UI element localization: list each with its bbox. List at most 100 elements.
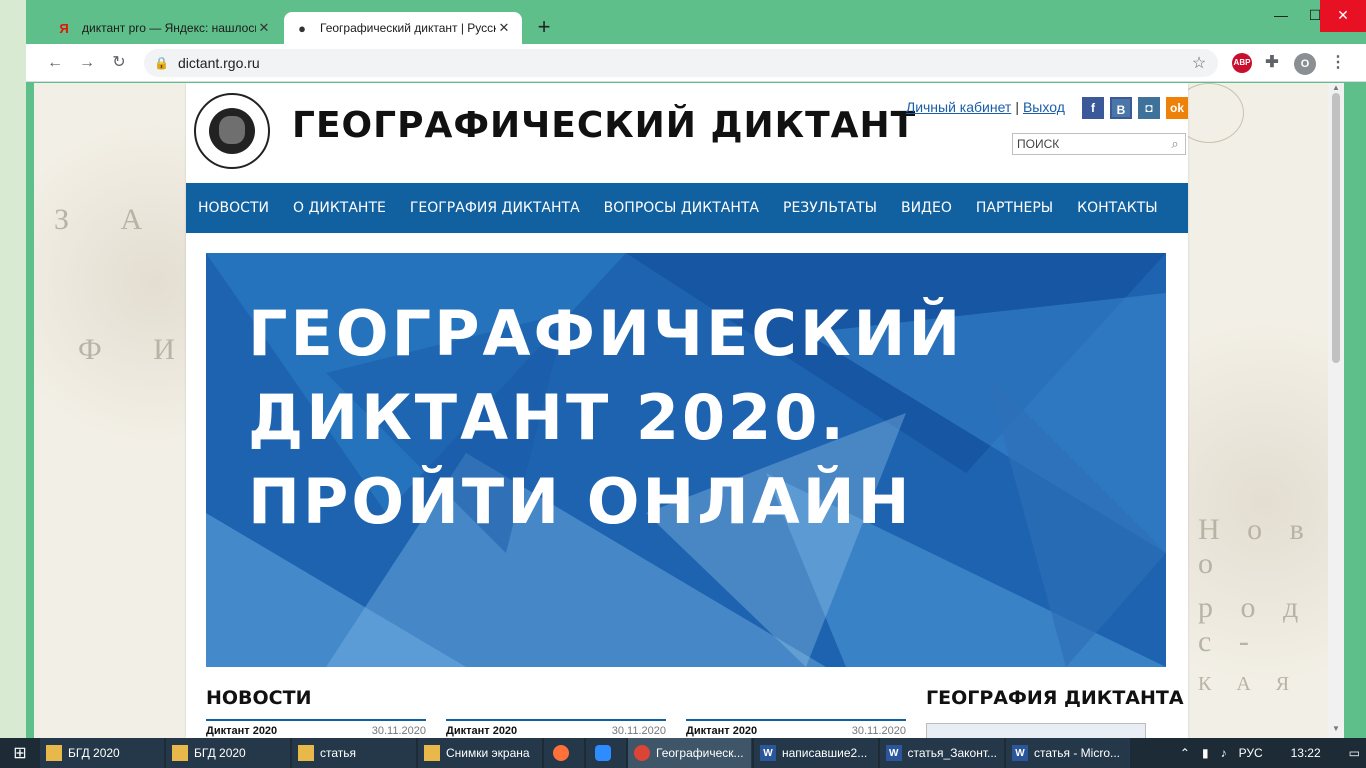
tray-chevron-icon[interactable]: ⌃: [1180, 746, 1190, 760]
taskbar-label: БГД 2020: [68, 746, 120, 760]
close-icon[interactable]: ✕: [256, 20, 272, 36]
news-card[interactable]: Диктант 2020 30.11.2020: [686, 719, 906, 738]
taskbar-label: Снимки экрана: [446, 746, 530, 760]
taskbar-item[interactable]: Wнаписавшие2...: [754, 738, 878, 768]
tab-title: Географический диктант | Русск: [320, 21, 496, 35]
firefox-icon: [552, 745, 569, 761]
nav-partners[interactable]: ПАРТНЕРЫ: [976, 200, 1053, 216]
auth-links: Личный кабинет | Выход: [906, 99, 1065, 115]
reload-icon[interactable]: ↻: [108, 52, 130, 74]
rgo-globe-icon: ●: [298, 20, 306, 36]
main-nav: НОВОСТИ О ДИКТАНТЕ ГЕОГРАФИЯ ДИКТАНТА ВО…: [186, 183, 1188, 233]
search-placeholder: ПОИСК: [1017, 137, 1060, 151]
banner-line-2: ДИКТАНТ 2020.: [248, 381, 847, 454]
browser-window: Я диктант pro — Яндекс: нашлось ✕ ● Геог…: [26, 0, 1366, 738]
taskbar-item[interactable]: статья: [292, 738, 416, 768]
taskbar-item-zoom[interactable]: [586, 738, 626, 768]
chrome-icon: [634, 745, 650, 761]
bookmark-star-icon[interactable]: ☆: [1188, 53, 1210, 73]
news-card[interactable]: Диктант 2020 30.11.2020: [206, 719, 426, 738]
nav-questions[interactable]: ВОПРОСЫ ДИКТАНТА: [604, 200, 759, 216]
map-label: К А Я: [1198, 673, 1300, 695]
taskbar-item[interactable]: Снимки экрана: [418, 738, 542, 768]
taskbar-label: статья - Micro...: [1034, 746, 1121, 760]
windows-start-icon[interactable]: ⊞: [0, 738, 40, 768]
nav-news[interactable]: НОВОСТИ: [198, 200, 269, 216]
taskbar-label: написавшие2...: [782, 746, 868, 760]
nav-video[interactable]: ВИДЕО: [901, 200, 952, 216]
taskbar-item[interactable]: БГД 2020: [166, 738, 290, 768]
scroll-down-icon[interactable]: ▼: [1328, 724, 1344, 738]
taskbar-item-firefox[interactable]: [544, 738, 584, 768]
browser-toolbar: ← → ↻ 🔒 dictant.rgo.ru ☆ ABP ✚ O ⋮: [26, 44, 1366, 82]
tab-title: диктант pro — Яндекс: нашлось: [82, 21, 256, 35]
nav-results[interactable]: РЕЗУЛЬТАТЫ: [783, 200, 877, 216]
news-card[interactable]: Диктант 2020 30.11.2020: [446, 719, 666, 738]
word-icon: W: [1012, 745, 1028, 761]
menu-dots-icon[interactable]: ⋮: [1328, 53, 1348, 73]
minimize-button[interactable]: —: [1264, 0, 1298, 32]
news-card-title: Диктант 2020: [686, 725, 758, 737]
address-bar[interactable]: 🔒 dictant.rgo.ru ☆: [144, 49, 1218, 77]
site-header: ГЕОГРАФИЧЕСКИЙ ДИКТАНТ Личный кабинет | Вы…: [186, 83, 1188, 183]
profile-avatar[interactable]: O: [1294, 53, 1316, 75]
zoom-icon: [594, 745, 611, 761]
network-icon[interactable]: ▮: [1202, 746, 1209, 760]
close-icon[interactable]: ✕: [496, 20, 512, 36]
nav-contacts[interactable]: КОНТАКТЫ: [1077, 200, 1157, 216]
facebook-icon[interactable]: f: [1082, 97, 1104, 119]
news-card-date: 30.11.2020: [611, 725, 666, 737]
volume-icon[interactable]: ♪: [1221, 746, 1227, 760]
map-label: Н о в о: [1198, 513, 1314, 580]
nav-geography[interactable]: ГЕОГРАФИЯ ДИКТАНТА: [410, 200, 580, 216]
news-heading: НОВОСТИ: [206, 687, 312, 709]
folder-icon: [298, 745, 314, 761]
new-tab-button[interactable]: +: [532, 16, 556, 40]
globe-icon: [209, 108, 255, 154]
windows-taskbar: ⊞ БГД 2020 БГД 2020 статья Снимки экрана…: [0, 738, 1366, 768]
folder-icon: [46, 745, 62, 761]
cabinet-link[interactable]: Личный кабинет: [906, 99, 1011, 115]
extensions-puzzle-icon[interactable]: ✚: [1262, 53, 1282, 73]
adblock-icon[interactable]: ABP: [1232, 53, 1252, 73]
taskbar-item[interactable]: Wстатья - Micro...: [1006, 738, 1130, 768]
taskbar-item[interactable]: БГД 2020: [40, 738, 164, 768]
rgo-logo[interactable]: [194, 93, 270, 169]
nav-about[interactable]: О ДИКТАНТЕ: [293, 200, 386, 216]
word-icon: W: [760, 745, 776, 761]
news-card-date: 30.11.2020: [371, 725, 426, 737]
vk-icon[interactable]: B: [1110, 97, 1132, 119]
taskbar-item-chrome[interactable]: Географическ...: [628, 738, 752, 768]
scrollbar-thumb[interactable]: [1332, 93, 1340, 363]
instagram-icon[interactable]: ◘: [1138, 97, 1160, 119]
map-label: Ф И: [78, 333, 197, 366]
taskbar-label: статья: [320, 746, 357, 760]
geography-map-thumbnail[interactable]: [926, 723, 1146, 738]
odnoklassniki-icon[interactable]: ok: [1166, 97, 1188, 119]
hero-banner[interactable]: ГЕОГРАФИЧЕСКИЙ ДИКТАНТ 2020. ПРОЙТИ ОНЛА…: [206, 253, 1166, 667]
logout-link[interactable]: Выход: [1023, 99, 1065, 115]
search-field[interactable]: ПОИСК ⌕: [1012, 133, 1186, 155]
tab-dictant[interactable]: ● Географический диктант | Русск ✕: [284, 12, 522, 44]
page-scrollbar[interactable]: ▲ ▼: [1328, 83, 1344, 738]
taskbar-item[interactable]: Wстатья_Законт...: [880, 738, 1004, 768]
site-container: ГЕОГРАФИЧЕСКИЙ ДИКТАНТ Личный кабинет | Вы…: [186, 83, 1188, 738]
forward-icon[interactable]: →: [76, 52, 98, 74]
tab-strip: Я диктант pro — Яндекс: нашлось ✕ ● Геог…: [26, 0, 1366, 44]
tab-yandex[interactable]: Я диктант pro — Яндекс: нашлось ✕: [46, 12, 282, 44]
banner-line-3: ПРОЙТИ ОНЛАЙН: [248, 465, 913, 538]
clock[interactable]: 13:22: [1291, 746, 1321, 760]
search-icon[interactable]: ⌕: [1165, 136, 1185, 152]
notifications-icon[interactable]: ▭: [1349, 746, 1360, 760]
window-close-button[interactable]: ✕: [1320, 0, 1366, 32]
word-icon: W: [886, 745, 902, 761]
language-indicator[interactable]: РУС: [1239, 746, 1263, 760]
site-title: ГЕОГРАФИЧЕСКИЙ ДИКТАНТ: [292, 105, 917, 146]
news-card-title: Диктант 2020: [206, 725, 278, 737]
banner-line-1: ГЕОГРАФИЧЕСКИЙ: [248, 297, 964, 370]
map-label: р о д с -: [1198, 591, 1309, 658]
auth-separator: |: [1015, 99, 1019, 115]
taskbar-label: статья_Законт...: [907, 746, 997, 760]
back-icon[interactable]: ←: [44, 52, 66, 74]
lock-icon: 🔒: [154, 56, 169, 70]
